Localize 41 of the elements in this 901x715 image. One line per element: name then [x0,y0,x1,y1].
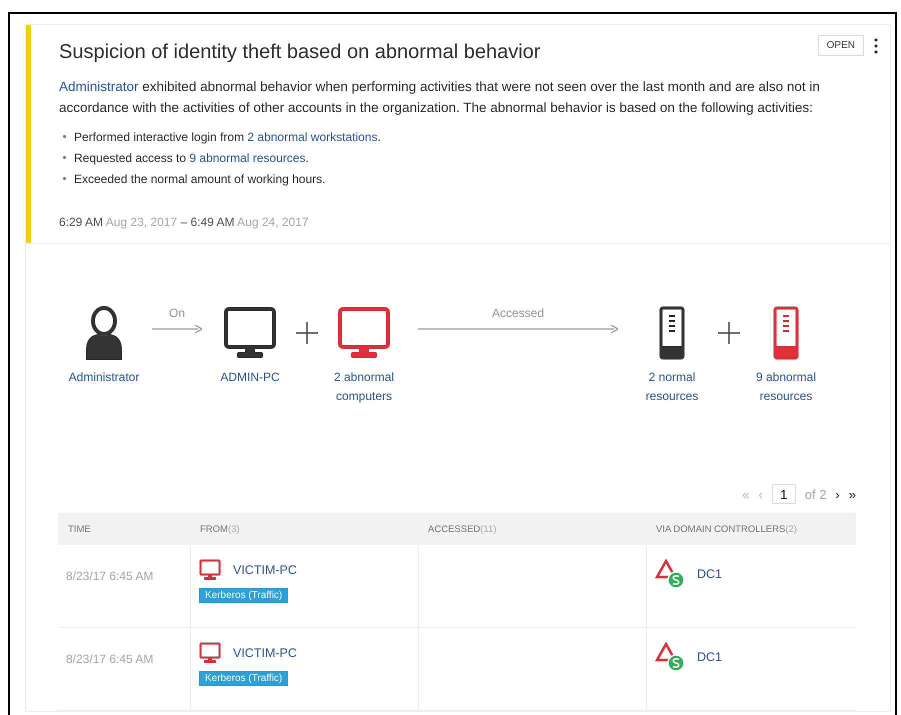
node-label[interactable]: 9 abnormal resources [746,368,826,406]
time-cell: 8/23/17 6:45 AM [66,652,154,666]
node-label[interactable]: 2 normal resources [632,368,712,406]
plus-icon [718,322,740,344]
status-button[interactable]: OPEN [818,35,864,56]
domain-controller-link[interactable]: DC1 [697,650,722,664]
computer-link[interactable]: VICTIM-PC [233,646,297,660]
node-label[interactable]: 2 abnormal computers [324,368,404,406]
more-options-icon[interactable] [874,38,878,54]
time-cell: 8/23/17 6:45 AM [66,569,154,583]
protocol-tag: Kerberos (Traffic) [199,671,288,686]
person-icon [84,306,124,360]
alert-computer-icon [199,642,221,664]
activity-link[interactable]: 2 abnormal workstations [247,130,378,144]
computer-link[interactable]: VICTIM-PC [233,563,297,577]
activity-item: Exceeded the normal amount of working hours. [74,172,326,186]
node-label[interactable]: Administrator [64,368,144,387]
alert-computer-icon [199,559,221,581]
column-header: FROM(3) [200,524,240,534]
domain-controller-link[interactable]: DC1 [697,567,722,581]
connector-label: On [168,306,185,320]
account-link[interactable]: Administrator [59,79,139,94]
time-range: 6:29 AM Aug 23, 2017 – 6:49 AM Aug 24, 2017 [59,215,310,229]
node-label[interactable]: ADMIN-PC [210,368,290,387]
column-header: ACCESSED(11) [428,524,496,534]
domain-controller-icon [655,642,685,672]
page-count: of 2 [804,486,826,502]
alert-description: Administrator exhibited abnormal behavior when performing activities that were not seen over the last month and are also not in accordance with the activities of other accounts in the organization. The abnormal behavior is based on the following activities: [59,78,821,117]
page-field[interactable]: 1 [772,484,796,504]
column-header: VIA DOMAIN CONTROLLERS(2) [656,524,797,534]
activity-link[interactable]: 9 abnormal resources [189,150,306,164]
last-page-icon[interactable]: » [848,486,856,502]
activity-item: Performed interactive login from 2 abnormal workstations. [74,130,381,144]
domain-controller-icon [655,559,685,589]
alert-title: Suspicion of identity theft based on abnormal behavior [59,41,540,64]
next-page-icon[interactable]: › [835,486,840,502]
plus-icon [296,322,318,344]
activity-item: Requested access to 9 abnormal resources. [74,150,309,164]
connector-label: Accessed [492,306,544,320]
column-header: TIME [68,524,91,534]
protocol-tag: Kerberos (Traffic) [199,588,288,603]
